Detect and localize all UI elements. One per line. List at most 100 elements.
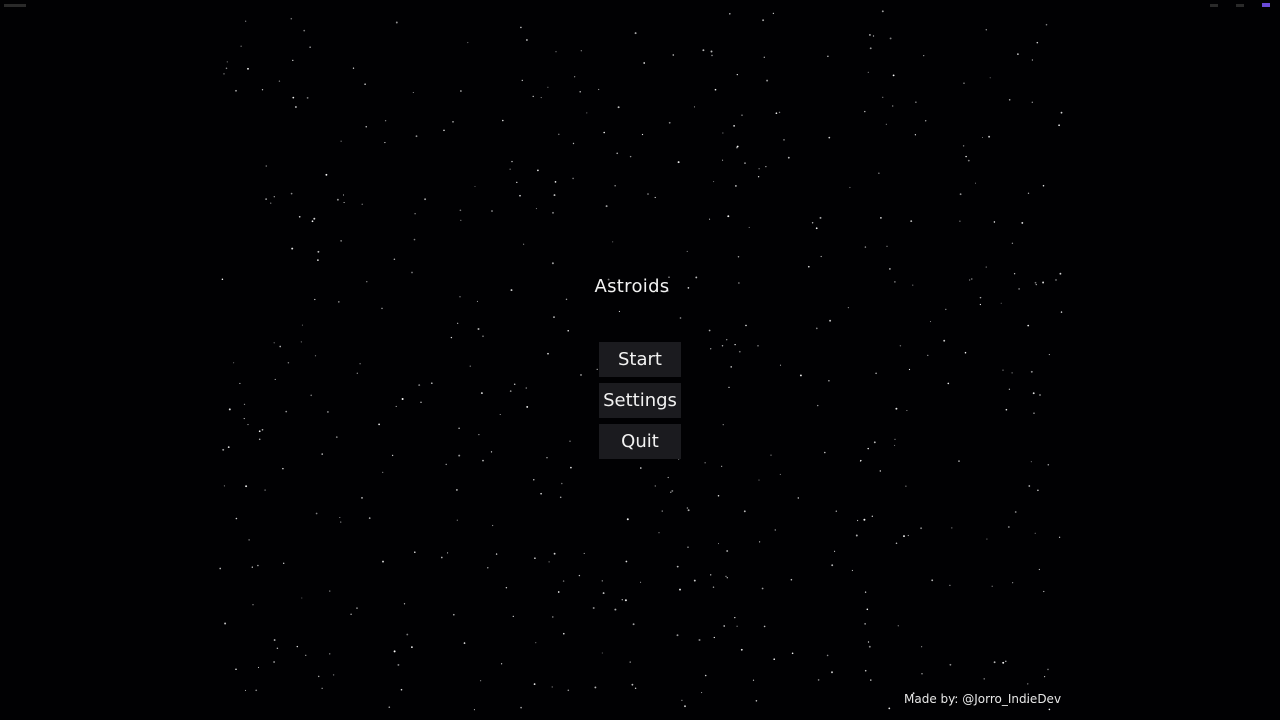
star <box>537 169 539 172</box>
star <box>625 560 628 563</box>
star <box>292 59 294 62</box>
star <box>533 683 536 685</box>
star <box>520 26 522 29</box>
star <box>762 19 765 22</box>
star <box>899 345 902 347</box>
star <box>679 317 682 319</box>
star <box>889 268 891 270</box>
star <box>477 328 480 330</box>
star <box>415 135 418 138</box>
star <box>558 133 560 136</box>
star <box>235 89 237 92</box>
star <box>779 473 781 475</box>
star <box>561 482 563 485</box>
author-credit: Made by: @Jorro_IndieDev <box>904 692 1062 706</box>
star <box>261 89 264 91</box>
star <box>737 256 740 258</box>
star <box>1032 392 1035 395</box>
star <box>897 625 899 627</box>
star <box>460 90 462 92</box>
star <box>869 47 872 50</box>
star <box>738 350 741 353</box>
star <box>634 687 637 690</box>
star <box>592 607 595 609</box>
star <box>679 588 681 591</box>
star <box>450 336 453 339</box>
star <box>1008 388 1011 390</box>
star <box>452 613 455 616</box>
star <box>640 467 642 469</box>
star <box>864 246 867 248</box>
star <box>1005 660 1007 663</box>
star <box>378 423 380 426</box>
star <box>740 648 743 651</box>
star <box>265 165 268 167</box>
star <box>959 193 962 196</box>
star <box>654 485 656 487</box>
star <box>1044 676 1046 678</box>
star <box>301 597 303 599</box>
star <box>857 519 859 522</box>
star <box>414 213 416 215</box>
star <box>614 185 616 187</box>
star <box>676 634 679 637</box>
star <box>397 663 400 666</box>
star <box>632 623 635 626</box>
star <box>704 462 706 464</box>
star <box>534 557 536 560</box>
star <box>393 258 396 261</box>
window-close-icon[interactable] <box>1262 3 1270 7</box>
quit-button[interactable]: Quit <box>599 424 681 459</box>
star <box>647 193 649 195</box>
star <box>1060 111 1063 114</box>
star <box>282 467 284 470</box>
window-minimize-icon[interactable] <box>1210 4 1218 7</box>
star <box>722 424 724 426</box>
star <box>547 352 549 355</box>
settings-button[interactable]: Settings <box>599 383 681 418</box>
star <box>867 641 870 643</box>
star <box>829 319 832 322</box>
star <box>261 428 264 431</box>
star <box>951 527 953 529</box>
star <box>235 668 237 671</box>
star <box>532 95 534 98</box>
star <box>1013 273 1016 275</box>
star <box>317 250 320 253</box>
star <box>321 687 323 689</box>
star <box>670 491 672 493</box>
star <box>701 692 703 694</box>
window-maximize-icon[interactable] <box>1236 4 1244 7</box>
star <box>337 301 340 303</box>
star <box>311 220 314 223</box>
star <box>412 91 414 94</box>
star <box>1028 485 1031 487</box>
star <box>621 598 624 601</box>
star <box>1002 661 1005 664</box>
star <box>921 646 923 648</box>
star <box>991 585 993 587</box>
star <box>745 324 747 327</box>
star <box>879 470 882 472</box>
star <box>758 479 760 481</box>
star <box>831 671 833 674</box>
star <box>834 550 836 552</box>
star <box>525 387 528 389</box>
star <box>290 192 293 195</box>
star <box>456 519 458 521</box>
star <box>864 110 866 113</box>
star <box>511 160 513 163</box>
start-button[interactable]: Start <box>599 342 681 377</box>
star <box>1036 41 1039 44</box>
star <box>569 440 571 442</box>
star <box>892 74 895 77</box>
star <box>255 689 258 692</box>
star <box>1047 463 1050 466</box>
star <box>993 661 996 664</box>
star <box>612 241 614 243</box>
star <box>273 342 275 344</box>
star <box>519 194 521 197</box>
star <box>265 198 267 200</box>
star <box>264 489 266 491</box>
star <box>895 407 898 410</box>
